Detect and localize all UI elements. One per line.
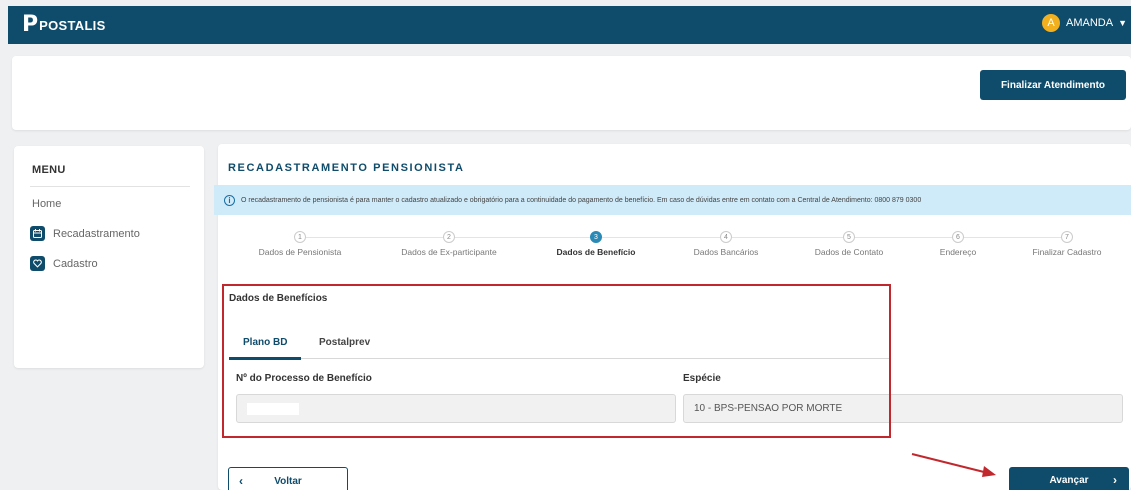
step-label: Dados de Pensionista (258, 247, 342, 257)
sidebar-menu: MENU Home Recadastramento Cadastro (14, 146, 204, 368)
user-menu[interactable]: A AMANDA ▼ (1042, 14, 1127, 32)
plan-tabs: Plano BD Postalprev (229, 329, 889, 360)
menu-title: MENU (32, 164, 66, 176)
active-tab-indicator (229, 357, 301, 360)
user-name: AMANDA (1066, 17, 1114, 29)
step-label: Dados de Contato (814, 247, 884, 257)
sidebar-item-recadastramento[interactable]: Recadastramento (30, 226, 140, 241)
sidebar-item-label: Recadastramento (53, 227, 140, 240)
step-label: Dados de Ex-participante (401, 247, 497, 257)
step-number: 4 (720, 231, 732, 243)
sidebar-item-label: Cadastro (53, 257, 98, 270)
step-label: Endereço (939, 247, 977, 257)
step-6[interactable]: 6 Endereço (898, 231, 1018, 257)
step-number: 7 (1061, 231, 1073, 243)
stepper: 1 Dados de Pensionista 2 Dados de Ex-par… (218, 228, 1131, 268)
processo-field[interactable] (236, 394, 676, 423)
annotation-arrow-icon (911, 453, 996, 477)
tab-postalprev[interactable]: Postalprev (319, 337, 370, 348)
chevron-right-icon: › (1113, 473, 1117, 487)
especie-field[interactable]: 10 - BPS-PENSAO POR MORTE (683, 394, 1123, 423)
info-banner: i O recadastramento de pensionista é par… (214, 185, 1131, 215)
sidebar-item-home[interactable]: Home (32, 198, 61, 210)
postalis-logo[interactable]: P POSTALIS (22, 12, 106, 37)
step-3[interactable]: 3 Dados de Benefício (536, 231, 656, 257)
step-7[interactable]: 7 Finalizar Cadastro (1007, 231, 1127, 257)
logo-mark: P (22, 12, 39, 37)
especie-label: Espécie (683, 373, 721, 384)
step-number: 3 (590, 231, 602, 243)
chevron-down-icon[interactable]: ▼ (1118, 18, 1127, 28)
avancar-button[interactable]: Avançar › (1009, 467, 1129, 490)
avancar-label: Avançar (1049, 475, 1089, 486)
voltar-button[interactable]: ‹ Voltar (228, 467, 348, 490)
tab-plano-bd[interactable]: Plano BD (243, 337, 287, 348)
step-2[interactable]: 2 Dados de Ex-participante (389, 231, 509, 257)
step-number: 6 (952, 231, 964, 243)
avatar: A (1042, 14, 1061, 32)
masked-value (247, 402, 299, 415)
processo-label: Nº do Processo de Benefício (236, 373, 372, 384)
header-card (12, 56, 1131, 130)
calendar-icon (30, 226, 45, 241)
main-content: RECADASTRAMENTO PENSIONISTA i O recadast… (214, 144, 1131, 490)
heart-icon (30, 256, 45, 271)
menu-divider (30, 186, 190, 187)
step-label: Dados de Benefício (556, 247, 636, 257)
step-5[interactable]: 5 Dados de Contato (789, 231, 909, 257)
sidebar-item-cadastro[interactable]: Cadastro (30, 256, 98, 271)
section-title: Dados de Benefícios (229, 293, 328, 304)
page-title: RECADASTRAMENTO PENSIONISTA (228, 162, 465, 174)
top-bar: P POSTALIS A AMANDA ▼ (8, 6, 1131, 44)
info-text: O recadastramento de pensionista é para … (241, 196, 922, 204)
step-label: Dados Bancários (693, 247, 759, 257)
info-icon: i (224, 194, 235, 206)
step-1[interactable]: 1 Dados de Pensionista (240, 231, 360, 257)
voltar-label: Voltar (274, 476, 302, 487)
logo-text: POSTALIS (39, 17, 106, 33)
finalizar-atendimento-button[interactable]: Finalizar Atendimento (980, 70, 1126, 100)
step-number: 2 (443, 231, 455, 243)
step-label: Finalizar Cadastro (1032, 247, 1102, 257)
step-number: 5 (843, 231, 855, 243)
step-4[interactable]: 4 Dados Bancários (666, 231, 786, 257)
step-number: 1 (294, 231, 306, 243)
